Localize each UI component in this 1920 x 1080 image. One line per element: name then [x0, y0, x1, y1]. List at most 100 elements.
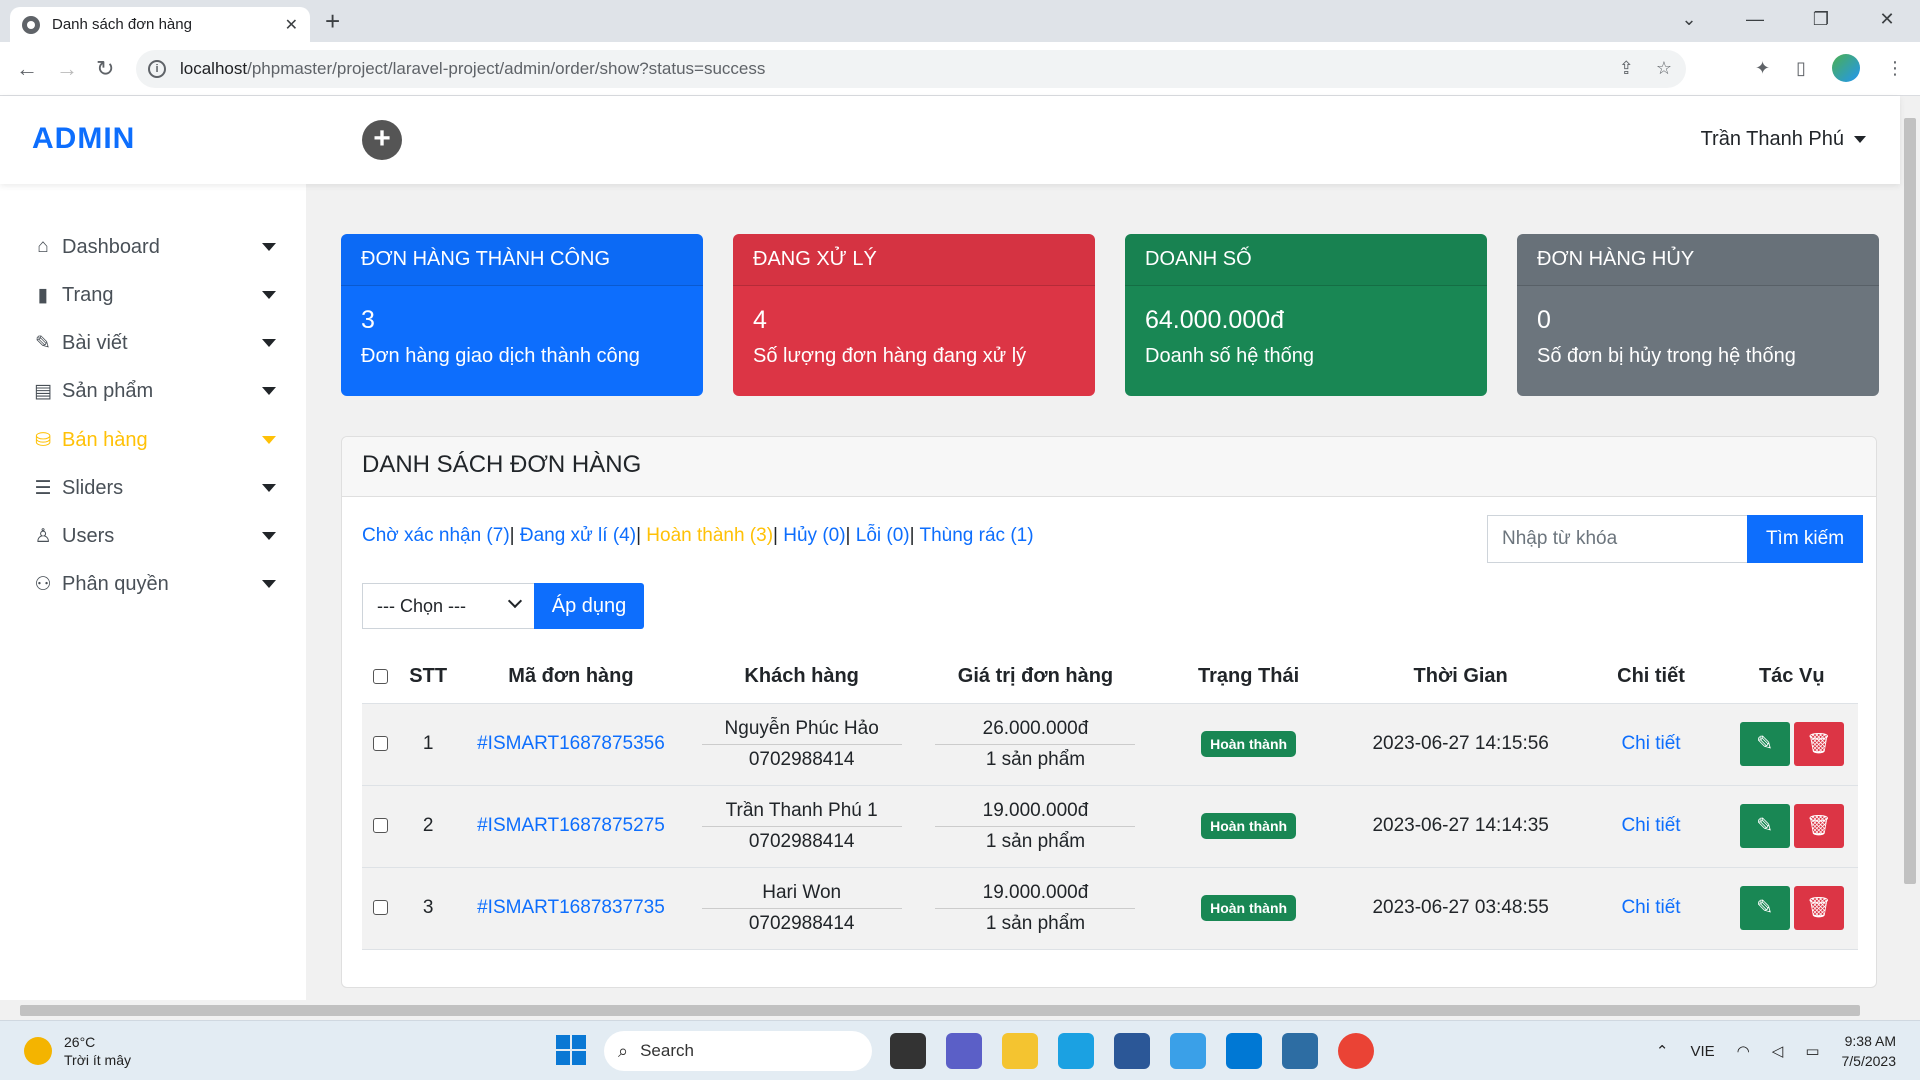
task-view-icon[interactable]: [890, 1033, 926, 1069]
restore-icon[interactable]: ❐: [1788, 0, 1854, 40]
filter-processing[interactable]: Đang xử lí (4): [520, 525, 636, 546]
stat-card-value: 3: [361, 306, 375, 334]
order-total: 19.000.000đ: [935, 882, 1136, 909]
table-row: 3 #ISMART1687837735 Hari Won 0702988414 1…: [362, 867, 1858, 950]
scroll-thumb[interactable]: [20, 1005, 1860, 1016]
reload-icon[interactable]: ↻: [96, 56, 114, 82]
delete-button[interactable]: 🗑: [1793, 722, 1844, 766]
edge-icon[interactable]: [1058, 1033, 1094, 1069]
sidebar-item-posts[interactable]: ✎ Bài viết: [30, 323, 276, 363]
row-checkbox[interactable]: [373, 900, 389, 916]
share-icon[interactable]: ⇪: [1619, 58, 1634, 79]
apply-button[interactable]: Áp dụng: [534, 583, 644, 629]
total-cell: 26.000.000đ 1 sản phẩm: [935, 718, 1136, 771]
edit-button[interactable]: ✎: [1739, 804, 1790, 848]
order-time: 2023-06-27 03:48:55: [1344, 867, 1577, 950]
stat-card-title: ĐANG XỬ LÝ: [733, 234, 1095, 286]
filter-completed[interactable]: Hoàn thành (3): [646, 525, 773, 546]
sidebar-item-permissions[interactable]: ⚇ Phân quyền: [30, 564, 276, 604]
filter-pending[interactable]: Chờ xác nhận (7): [362, 525, 510, 546]
site-info-icon[interactable]: i: [148, 60, 166, 78]
user-menu[interactable]: Trần Thanh Phú: [1701, 128, 1866, 151]
vertical-scrollbar[interactable]: [1900, 96, 1920, 1000]
order-code-link[interactable]: #ISMART1687837735: [477, 897, 665, 918]
edit-icon: ✎: [1756, 815, 1774, 837]
weather-desc: Trời ít mây: [64, 1052, 131, 1068]
chrome-icon[interactable]: [1338, 1033, 1374, 1069]
bookmark-star-icon[interactable]: ☆: [1656, 58, 1672, 79]
search-button[interactable]: Tìm kiếm: [1747, 515, 1863, 563]
back-icon[interactable]: ←: [16, 56, 38, 82]
filter-trash[interactable]: Thùng rác (1): [920, 525, 1034, 546]
address-bar[interactable]: i localhost/phpmaster/project/laravel-pr…: [136, 50, 1686, 88]
caret-down-icon[interactable]: [262, 387, 276, 395]
wifi-icon[interactable]: ◠: [1737, 1042, 1750, 1060]
brand-logo[interactable]: ADMIN: [32, 122, 135, 156]
app-icon[interactable]: [1170, 1033, 1206, 1069]
file-explorer-icon[interactable]: [1002, 1033, 1038, 1069]
sidebar-item-dashboard[interactable]: ⌂ Dashboard: [30, 227, 276, 267]
delete-button[interactable]: 🗑: [1793, 804, 1844, 848]
order-code-link[interactable]: #ISMART1687875275: [477, 815, 665, 836]
browser-tab[interactable]: Danh sách đơn hàng ✕: [10, 7, 310, 42]
sidebar-item-users[interactable]: ♙ Users: [30, 516, 276, 556]
select-all-cell: [362, 651, 400, 704]
sidebar-item-sales[interactable]: ⛁ Bán hàng: [30, 420, 276, 460]
caret-down-icon[interactable]: [262, 580, 276, 588]
minimize-icon[interactable]: —: [1722, 0, 1788, 40]
caret-down-icon[interactable]: [262, 532, 276, 540]
caret-down-icon[interactable]: [262, 436, 276, 444]
edit-button[interactable]: ✎: [1739, 886, 1790, 930]
chevron-up-icon[interactable]: ⌃: [1656, 1042, 1669, 1060]
caret-down-icon[interactable]: [262, 484, 276, 492]
profile-avatar[interactable]: [1832, 54, 1860, 82]
detail-link[interactable]: Chi tiết: [1621, 815, 1680, 836]
status-badge: Hoàn thành: [1201, 813, 1297, 839]
edit-button[interactable]: ✎: [1739, 722, 1790, 766]
sidebar-item-products[interactable]: ▤ Sản phẩm: [30, 371, 276, 411]
weather-widget[interactable]: 26°C Trời ít mây: [24, 1033, 131, 1069]
clock[interactable]: 9:38 AM 7/5/2023: [1842, 1031, 1897, 1071]
new-tab-icon[interactable]: +: [325, 6, 340, 37]
caret-down-icon[interactable]: [262, 243, 276, 251]
store-icon[interactable]: [1114, 1033, 1150, 1069]
search-input[interactable]: Nhập từ khóa: [1487, 515, 1747, 563]
teams-icon[interactable]: [946, 1033, 982, 1069]
caret-down-icon[interactable]: [262, 291, 276, 299]
order-qty: 1 sản phẩm: [985, 748, 1086, 770]
forward-icon[interactable]: →: [56, 56, 78, 82]
scroll-thumb[interactable]: [1904, 118, 1916, 884]
tab-search-icon[interactable]: ⌄: [1656, 0, 1722, 40]
detail-link[interactable]: Chi tiết: [1621, 897, 1680, 918]
sidebar-item-sliders[interactable]: ☰ Sliders: [30, 468, 276, 508]
volume-icon[interactable]: ◁: [1772, 1042, 1784, 1060]
language-indicator[interactable]: VIE: [1690, 1043, 1714, 1060]
side-panel-icon[interactable]: ▯: [1796, 58, 1806, 79]
order-code-link[interactable]: #ISMART1687875356: [477, 733, 665, 754]
windows-start-icon[interactable]: [556, 1035, 586, 1065]
close-tab-icon[interactable]: ✕: [285, 15, 298, 35]
filter-error[interactable]: Lỗi (0): [856, 525, 910, 546]
bulk-action-select[interactable]: --- Chọn ---: [362, 583, 534, 629]
battery-icon[interactable]: ▭: [1805, 1042, 1819, 1060]
url-text: localhost/phpmaster/project/laravel-proj…: [180, 59, 766, 78]
row-checkbox[interactable]: [373, 818, 389, 834]
vscode-icon[interactable]: [1226, 1033, 1262, 1069]
add-icon[interactable]: +: [362, 120, 402, 160]
sidebar-item-pages[interactable]: ▮ Trang: [30, 275, 276, 315]
notepad-icon[interactable]: [1282, 1033, 1318, 1069]
detail-link[interactable]: Chi tiết: [1621, 733, 1680, 754]
panel-title: DANH SÁCH ĐƠN HÀNG: [342, 437, 1876, 497]
row-checkbox[interactable]: [373, 736, 389, 752]
caret-down-icon[interactable]: [262, 339, 276, 347]
taskbar-search[interactable]: ⌕ Search: [604, 1031, 872, 1071]
more-menu-icon[interactable]: ⋮: [1886, 58, 1904, 79]
extensions-icon[interactable]: ✦: [1755, 58, 1770, 79]
close-window-icon[interactable]: ✕: [1854, 0, 1920, 40]
filter-cancelled[interactable]: Hủy (0): [783, 525, 845, 546]
users-icon: ⚇: [34, 573, 52, 595]
select-all-checkbox[interactable]: [373, 669, 389, 685]
delete-button[interactable]: 🗑: [1793, 886, 1844, 930]
horizontal-scrollbar[interactable]: [0, 1000, 1920, 1020]
order-qty: 1 sản phẩm: [985, 830, 1086, 852]
